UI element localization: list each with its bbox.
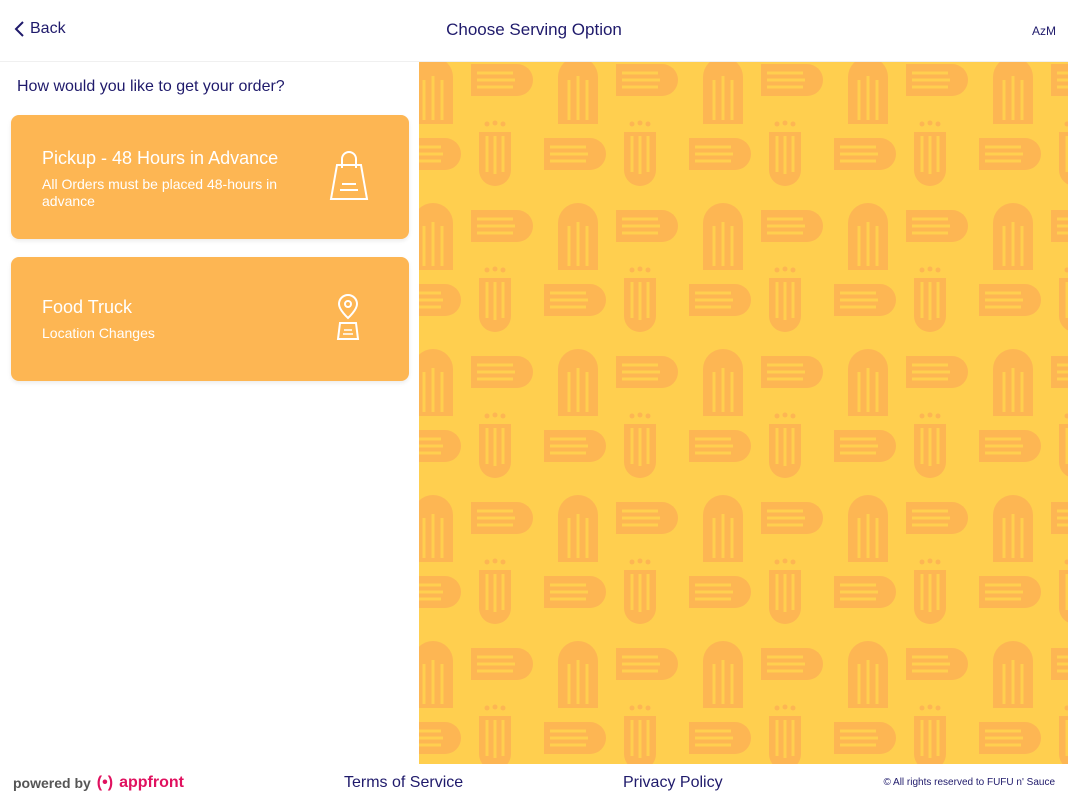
brand-name: appfront	[119, 774, 184, 791]
option-pickup[interactable]: Pickup - 48 Hours in Advance All Orders …	[11, 115, 409, 239]
order-question: How would you like to get your order?	[17, 78, 285, 95]
user-initials[interactable]: AzM	[1032, 24, 1056, 38]
option-food-truck[interactable]: Food Truck Location Changes	[11, 257, 409, 381]
powered-by[interactable]: powered by (•) appfront	[13, 774, 184, 792]
powered-by-label: powered by	[13, 775, 91, 791]
appfront-logo-icon: (•)	[96, 774, 114, 791]
option-title: Pickup - 48 Hours in Advance	[42, 148, 279, 168]
terms-of-service-link[interactable]: Terms of Service	[344, 774, 463, 792]
option-subtitle: All Orders must be placed 48-hours in ad…	[42, 176, 277, 209]
location-pin-icon	[336, 293, 360, 340]
pattern-graphic	[419, 62, 1068, 764]
header: Back Choose Serving Option AzM	[0, 0, 1068, 62]
copyright-text: © All rights reserved to FUFU n' Sauce	[883, 777, 1055, 788]
shopping-bag-icon	[329, 151, 369, 200]
page-title: Choose Serving Option	[446, 20, 622, 39]
decorative-pattern	[419, 62, 1068, 764]
options-panel: How would you like to get your order? Pi…	[0, 62, 419, 764]
footer: powered by (•) appfront Terms of Service…	[0, 764, 1068, 800]
option-subtitle: Location Changes	[42, 325, 155, 341]
privacy-policy-link[interactable]: Privacy Policy	[623, 774, 723, 792]
option-title: Food Truck	[42, 297, 133, 317]
